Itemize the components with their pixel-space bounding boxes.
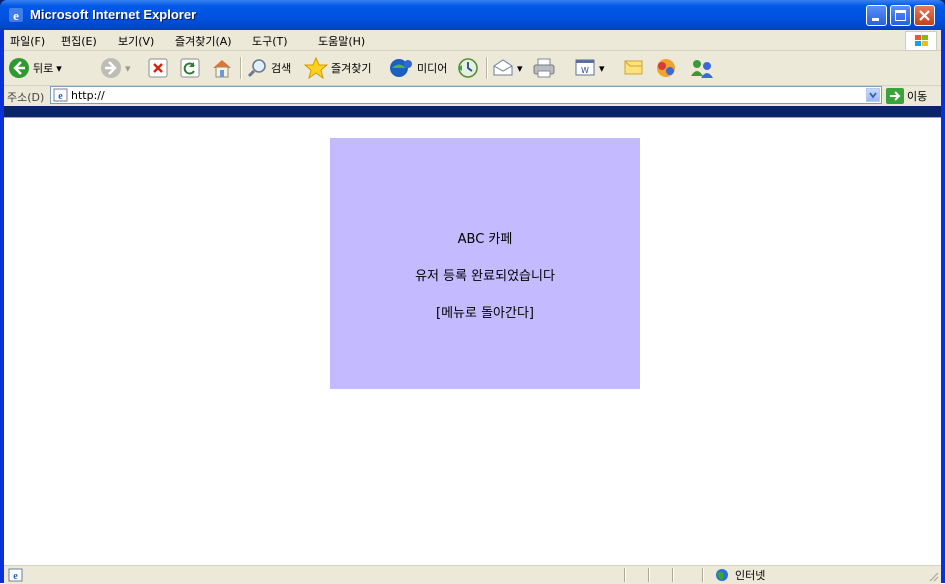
svg-text:e: e bbox=[13, 571, 18, 582]
refresh-icon bbox=[180, 58, 200, 78]
search-icon bbox=[247, 59, 266, 78]
home-button[interactable] bbox=[210, 56, 234, 80]
maximize-button[interactable] bbox=[890, 5, 911, 26]
title-bar[interactable]: e Microsoft Internet Explorer bbox=[0, 0, 945, 30]
address-value: http:// bbox=[71, 89, 105, 102]
menu-tools[interactable]: 도구(T) bbox=[252, 33, 288, 49]
chevron-down-icon bbox=[869, 92, 877, 99]
stop-button[interactable] bbox=[148, 56, 168, 80]
discuss-icon bbox=[624, 60, 643, 75]
window-frame-right bbox=[941, 30, 945, 583]
page-icon: e bbox=[53, 88, 68, 102]
status-separator bbox=[648, 568, 650, 582]
menu-favorites[interactable]: 즐겨찾기(A) bbox=[175, 33, 232, 49]
history-button[interactable] bbox=[456, 56, 480, 80]
registration-message: 유저 등록 완료되었습니다 bbox=[415, 269, 555, 284]
close-icon bbox=[919, 10, 930, 21]
back-arrow-icon bbox=[9, 58, 29, 78]
minimize-icon bbox=[872, 18, 879, 21]
media-icon bbox=[390, 59, 412, 77]
svg-text:e: e bbox=[58, 91, 63, 102]
svg-text:W: W bbox=[581, 66, 589, 75]
security-zone[interactable]: 인터넷 bbox=[715, 567, 765, 583]
menu-bar: 파일(F) 편집(E) 보기(V) 즐겨찾기(A) 도구(T) 도움말(H) bbox=[4, 30, 941, 51]
star-icon bbox=[304, 57, 328, 79]
back-to-menu-link[interactable]: [메뉴로 돌아간다] bbox=[330, 302, 640, 321]
word-icon: W bbox=[575, 59, 595, 76]
print-icon bbox=[533, 58, 555, 78]
search-button[interactable]: 검색 bbox=[246, 56, 291, 80]
search-label: 검색 bbox=[271, 62, 292, 75]
status-separator bbox=[624, 568, 626, 582]
discuss-button[interactable] bbox=[622, 56, 646, 80]
back-button[interactable]: 뒤로 ▾ bbox=[8, 56, 62, 80]
minimize-button[interactable] bbox=[866, 5, 887, 26]
edit-dropdown-icon[interactable]: ▾ bbox=[599, 62, 605, 75]
zone-label: 인터넷 bbox=[735, 569, 766, 582]
address-input[interactable]: e http:// bbox=[50, 86, 882, 104]
research-button[interactable] bbox=[654, 56, 680, 80]
stop-icon bbox=[148, 58, 168, 78]
research-icon bbox=[657, 59, 675, 77]
maximize-icon bbox=[895, 10, 906, 21]
menu-edit[interactable]: 편집(E) bbox=[61, 33, 97, 49]
window-title: Microsoft Internet Explorer bbox=[30, 7, 197, 22]
standard-toolbar: 뒤로 ▾ ▾ 검색 즐겨찾기 미디어 ▾ W ▾ bbox=[4, 51, 941, 86]
toolbar-separator bbox=[240, 57, 242, 79]
refresh-button[interactable] bbox=[180, 56, 200, 80]
favorites-label: 즐겨찾기 bbox=[331, 62, 372, 75]
address-bar: 주소(D) e http:// 이동 bbox=[4, 86, 941, 106]
forward-arrow-icon bbox=[101, 58, 121, 78]
home-icon bbox=[213, 60, 231, 78]
mail-button[interactable]: ▾ bbox=[492, 56, 523, 80]
media-label: 미디어 bbox=[417, 62, 448, 75]
back-label: 뒤로 bbox=[33, 62, 54, 75]
globe-icon bbox=[716, 569, 728, 581]
message-panel: ABC 카페 유저 등록 완료되었습니다 [메뉴로 돌아간다] bbox=[330, 138, 640, 389]
status-separator bbox=[702, 568, 704, 582]
print-button[interactable] bbox=[532, 56, 556, 80]
menu-file[interactable]: 파일(F) bbox=[10, 33, 45, 49]
go-button[interactable]: 이동 bbox=[886, 87, 927, 105]
page-content: ABC 카페 유저 등록 완료되었습니다 [메뉴로 돌아간다] bbox=[4, 117, 941, 566]
go-arrow-icon bbox=[886, 88, 904, 104]
favorites-button[interactable]: 즐겨찾기 bbox=[304, 56, 371, 80]
menu-help[interactable]: 도움말(H) bbox=[318, 33, 365, 49]
page-heading: ABC 카페 bbox=[457, 232, 513, 247]
svg-text:e: e bbox=[13, 8, 19, 23]
status-separator bbox=[672, 568, 674, 582]
mail-dropdown-icon[interactable]: ▾ bbox=[517, 62, 523, 75]
address-label: 주소(D) bbox=[7, 91, 45, 104]
toolbar-separator bbox=[486, 57, 488, 79]
forward-dropdown-icon[interactable]: ▾ bbox=[125, 62, 131, 75]
browser-chrome: 파일(F) 편집(E) 보기(V) 즐겨찾기(A) 도구(T) 도움말(H) 뒤… bbox=[4, 30, 941, 106]
ie-icon: e bbox=[9, 8, 23, 23]
browser-window: e Microsoft Internet Explorer 파일(F) 편집(E… bbox=[0, 0, 945, 584]
back-dropdown-icon[interactable]: ▾ bbox=[56, 62, 62, 75]
page-status-icon: e bbox=[8, 568, 23, 582]
menu-view[interactable]: 보기(V) bbox=[118, 33, 154, 49]
mail-icon bbox=[493, 59, 513, 76]
windows-logo-icon bbox=[905, 31, 937, 51]
messenger-icon bbox=[691, 60, 713, 78]
status-bar: e 인터넷 bbox=[4, 565, 941, 584]
messenger-button[interactable] bbox=[688, 56, 716, 80]
resize-grip-icon[interactable] bbox=[927, 570, 939, 582]
go-label: 이동 bbox=[907, 90, 928, 103]
close-button[interactable] bbox=[914, 5, 935, 26]
history-icon bbox=[458, 58, 478, 78]
address-dropdown-button[interactable] bbox=[866, 88, 880, 102]
edit-button[interactable]: W ▾ bbox=[574, 56, 605, 80]
forward-button[interactable]: ▾ bbox=[100, 56, 131, 80]
media-button[interactable]: 미디어 bbox=[388, 56, 447, 80]
